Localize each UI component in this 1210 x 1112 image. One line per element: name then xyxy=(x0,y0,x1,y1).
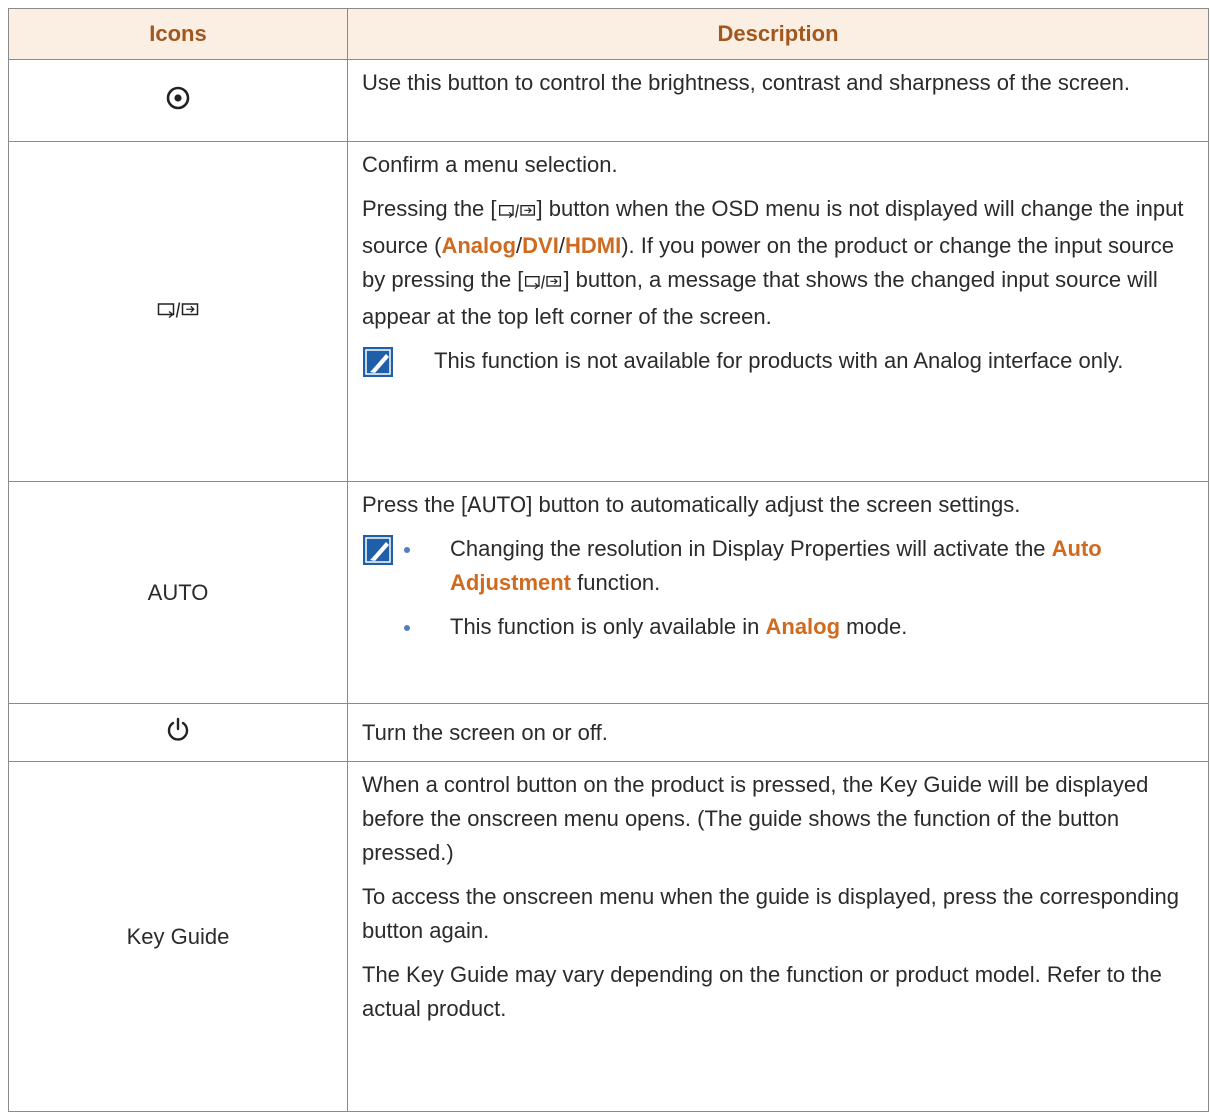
auto-label: AUTO xyxy=(147,579,209,605)
text-fragment: ] button to automatically adjust the scr… xyxy=(526,492,1021,517)
header-description: Description xyxy=(347,8,1209,60)
source-dvi: DVI xyxy=(522,233,559,258)
description-cell: When a control button on the product is … xyxy=(347,761,1209,1112)
description-text: Use this button to control the brightnes… xyxy=(362,70,1130,95)
description-text: The Key Guide may vary depending on the … xyxy=(362,962,1162,1021)
table-row: Turn the screen on or off. xyxy=(8,703,1209,762)
description-text: Pressing the [] button when the OSD menu… xyxy=(362,192,1194,334)
description-text: To access the onscreen menu when the gui… xyxy=(362,884,1179,943)
description-cell: Press the [AUTO] button to automatically… xyxy=(347,481,1209,704)
table-row: Key Guide When a control button on the p… xyxy=(8,761,1209,1112)
adjust-target-icon xyxy=(165,86,191,116)
icon-cell: Key Guide xyxy=(8,761,348,1112)
note: Changing the resolution in Display Prope… xyxy=(362,532,1194,644)
source-enter-icon xyxy=(497,195,537,229)
text-fragment: mode. xyxy=(840,614,908,639)
source-enter-icon xyxy=(523,266,563,300)
source-enter-icon xyxy=(155,299,201,324)
icon-cell xyxy=(8,703,348,762)
description-text: Turn the screen on or off. xyxy=(362,719,608,745)
icon-cell: AUTO xyxy=(8,481,348,704)
table-row: Use this button to control the brightnes… xyxy=(8,59,1209,142)
table-row: Confirm a menu selection. Pressing the [… xyxy=(8,141,1209,482)
note-pencil-icon xyxy=(362,346,394,378)
table-header-row: Icons Description xyxy=(8,8,1209,60)
table-row: AUTO Press the [AUTO] button to automati… xyxy=(8,481,1209,704)
description-cell: Confirm a menu selection. Pressing the [… xyxy=(347,141,1209,482)
description-text: When a control button on the product is … xyxy=(362,772,1149,865)
text-fragment: Changing the resolution in Display Prope… xyxy=(450,536,1052,561)
analog-term: Analog xyxy=(765,614,841,639)
auto-key: AUTO xyxy=(467,493,527,517)
source-hdmi: HDMI xyxy=(564,233,622,258)
note-text: This function is not available for produ… xyxy=(434,348,1124,373)
text-fragment: This function is only available in xyxy=(450,614,766,639)
description-text: Confirm a menu selection. xyxy=(362,152,618,177)
note-pencil-icon xyxy=(362,534,394,566)
list-item: This function is only available in Analo… xyxy=(394,610,1194,644)
text-fragment: Press the [ xyxy=(362,492,468,517)
icons-table: Icons Description Use this button to con… xyxy=(8,8,1209,1112)
text-fragment: function. xyxy=(571,570,661,595)
description-cell: Turn the screen on or off. xyxy=(347,703,1209,762)
source-analog: Analog xyxy=(441,233,517,258)
power-icon xyxy=(166,717,190,748)
note-bullet-list: Changing the resolution in Display Prope… xyxy=(394,532,1194,644)
key-guide-label: Key Guide xyxy=(126,923,230,949)
description-text: Press the [AUTO] button to automatically… xyxy=(362,488,1194,522)
note: This function is not available for produ… xyxy=(362,344,1194,378)
description-cell: Use this button to control the brightnes… xyxy=(347,59,1209,142)
header-icons: Icons xyxy=(8,8,348,60)
list-item: Changing the resolution in Display Prope… xyxy=(394,532,1194,600)
text-fragment: Pressing the [ xyxy=(362,196,497,221)
icon-cell xyxy=(8,141,348,482)
icon-cell xyxy=(8,59,348,142)
